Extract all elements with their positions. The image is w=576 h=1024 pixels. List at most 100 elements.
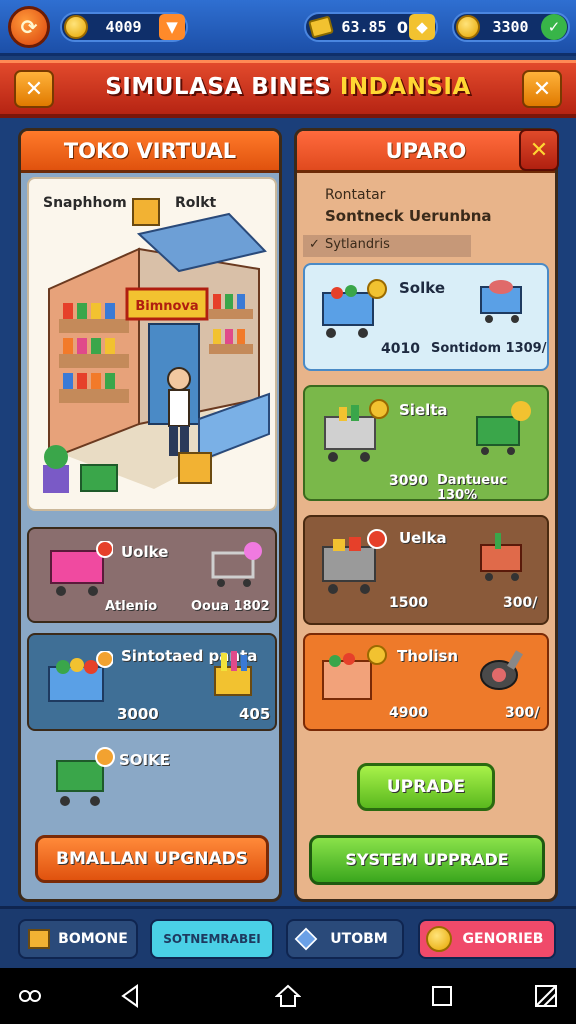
right-card-1-left: 4010 (381, 341, 420, 357)
profile-icon: ⟳ (20, 15, 38, 39)
close-right-button[interactable]: ✕ (522, 70, 562, 108)
close-icon: ✕ (532, 76, 552, 102)
left-upgrade-card-1[interactable]: Uolke Atlenio Ooua 1802 (27, 527, 277, 623)
profile-button[interactable]: ⟳ (8, 6, 50, 48)
confirm-gold-button[interactable]: ✓ (541, 14, 567, 40)
right-card-4-right: 300/ (505, 705, 540, 721)
coin-value: 4009 (105, 18, 142, 36)
left-card-2-left: 3000 (117, 705, 159, 723)
red-cart-icon (480, 533, 522, 581)
left-card-1-title: Uolke (121, 543, 169, 561)
bottom-navigation: BOMONE SOTNEMRABEI UTOBM GENORIEB (0, 906, 576, 968)
right-card-4-left: 4900 (389, 705, 428, 721)
left-card-3-title: SOIKE (119, 751, 171, 769)
blue-cart-icon (322, 279, 387, 338)
nav-genorieb-label: GENORIEB (462, 931, 544, 947)
recents-icon[interactable] (428, 982, 456, 1010)
gold-resource: 3300 ✓ (452, 12, 570, 42)
store-illustration: Snaphhom Rolkt Bimnova (27, 177, 277, 511)
right-card-3-right: 300/ (503, 595, 538, 611)
produce-crate-icon (322, 645, 387, 700)
gold-coin-icon (456, 15, 480, 39)
info-line-2: Sontneck Uerunbna (325, 207, 492, 225)
close-icon: ✕ (24, 76, 44, 102)
right-panel-header: UPARO (297, 131, 555, 173)
virtual-store-panel: TOKO VIRTUAL Snaphhom Rolkt Bimnova Uolk… (18, 128, 282, 902)
nav-bomone-label: BOMONE (58, 931, 128, 947)
screenshot-icon[interactable] (532, 982, 560, 1010)
right-card-2-left: 3090 (389, 473, 428, 489)
right-card-2-right: Dantueuc 130% (437, 473, 508, 503)
right-card-3-left: 1500 (389, 595, 428, 611)
left-panel-header: TOKO VIRTUAL (21, 131, 279, 173)
ticket-extra: 0 (396, 17, 409, 37)
coin-resource: 4009 ▼ (60, 12, 188, 42)
produce-box-icon (48, 651, 113, 702)
check-icon: ✓ (309, 237, 320, 252)
upgrade-panel: UPARO ✕ Rontatar Sontneck Uerunbna ✓ Syt… (294, 128, 559, 902)
title-main: SIMULASA BINES (105, 74, 340, 100)
diamond-icon: ◆ (416, 18, 428, 36)
right-card-2-title: Sielta (399, 401, 448, 419)
title-accent: INDANSIA (339, 74, 471, 100)
fruit-cart-icon (476, 401, 531, 455)
title-banner: ✕ SIMULASA BINES INDANSIA ✕ (0, 60, 576, 118)
ticket-resource: 63.85 0 ◆ (304, 12, 438, 42)
info-checkbox-row[interactable]: ✓ Sytlandris (303, 235, 471, 257)
right-card-4-title: Tholisn (397, 647, 459, 665)
system-upgrade-button[interactable]: SYSTEM UPPRADE (309, 835, 545, 885)
right-upgrade-card-2[interactable]: Sielta 3090 Dantueuc 130% (303, 385, 549, 503)
megaphone-icon (480, 650, 523, 690)
back-icon[interactable] (116, 982, 144, 1010)
box-icon (28, 929, 50, 949)
gray-cart-icon (322, 529, 387, 594)
close-icon: ✕ (529, 137, 549, 163)
page-title: SIMULASA BINES INDANSIA (60, 74, 516, 100)
right-card-1-right: Sontidom 1309/ (431, 341, 547, 356)
nav-utobm-label: UTOBM (330, 931, 388, 947)
right-card-1-title: Solke (399, 279, 445, 297)
coin-icon (64, 15, 88, 39)
add-coins-button[interactable]: ▼ (159, 14, 185, 40)
left-upgrade-card-2[interactable]: Sintotaed panta 3000 405 (27, 633, 277, 731)
nav-utobm[interactable]: UTOBM (286, 919, 404, 959)
arrow-down-icon: ▼ (166, 18, 178, 36)
nav-sotnemrabei[interactable]: SOTNEMRABEI (150, 919, 274, 959)
close-panel-button[interactable]: ✕ (519, 129, 559, 171)
cube-icon (294, 927, 318, 951)
left-card-1-right: Ooua 1802 (191, 599, 270, 614)
bmallan-upgrade-button[interactable]: BMALLAN UPGNADS (35, 835, 269, 883)
meat-cart-icon (480, 280, 522, 323)
home-icon[interactable] (274, 982, 302, 1010)
grocery-bag-icon (214, 651, 252, 696)
info-check-label: Sytlandris (325, 237, 390, 252)
left-upgrade-card-3[interactable]: SOIKE (27, 737, 277, 827)
check-icon: ✓ (547, 18, 561, 36)
green-cart-icon (324, 399, 389, 462)
right-upgrade-card-1[interactable]: Solke 4010 Sontidom 1309/ (303, 263, 549, 371)
nav-sotnemrabei-label: SOTNEMRABEI (163, 932, 261, 946)
left-card-2-right: 405 (239, 705, 271, 723)
link-icon[interactable] (16, 982, 44, 1010)
ticket-value: 63.85 (341, 18, 387, 36)
add-gems-button[interactable]: ◆ (409, 14, 435, 40)
right-upgrade-card-4[interactable]: Tholisn 4900 300/ (303, 633, 549, 731)
ticket-icon (308, 15, 334, 39)
system-navigation-bar (0, 968, 576, 1024)
coin-icon (426, 926, 452, 952)
resource-bar: ⟳ 4009 ▼ 63.85 0 ◆ 3300 ✓ (0, 0, 576, 56)
nav-genorieb[interactable]: GENORIEB (418, 919, 556, 959)
right-upgrade-card-3[interactable]: Uelka 1500 300/ (303, 515, 549, 625)
green-cart-icon (56, 747, 115, 806)
store-building-icon: Bimnova (43, 198, 270, 493)
right-card-3-title: Uelka (399, 529, 447, 547)
store-sign-text: Bimnova (135, 299, 198, 314)
info-line-1: Rontatar (325, 187, 386, 203)
left-card-1-left: Atlenio (105, 599, 158, 614)
upgrade-button[interactable]: UPRADE (357, 763, 495, 811)
gray-cart-icon (211, 542, 262, 587)
pink-cart-icon (50, 541, 113, 596)
nav-bomone[interactable]: BOMONE (18, 919, 138, 959)
gold-value: 3300 (492, 18, 529, 36)
close-left-button[interactable]: ✕ (14, 70, 54, 108)
